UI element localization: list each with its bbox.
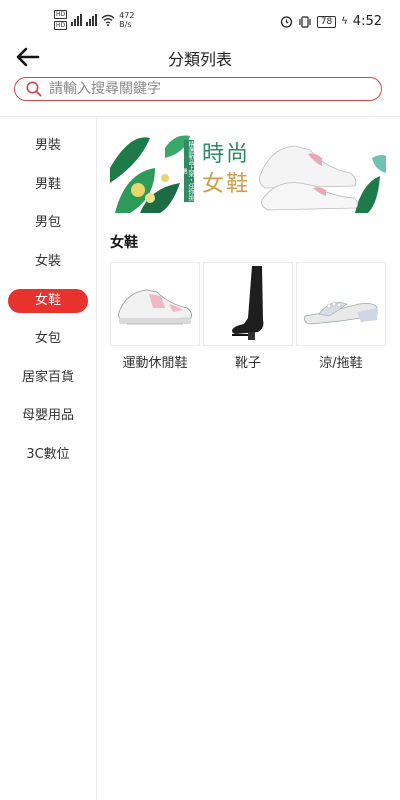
sidebar-item-mens-bags[interactable]: 男包 bbox=[8, 211, 88, 235]
alarm-icon bbox=[280, 16, 292, 28]
charging-icon: ϟ bbox=[341, 16, 348, 27]
sidebar-item-baby-products[interactable]: 母嬰用品 bbox=[8, 404, 88, 428]
product-name: 運動休閒鞋 bbox=[122, 356, 188, 371]
search-icon bbox=[26, 81, 42, 97]
search-input[interactable] bbox=[49, 81, 349, 97]
net-speed-value: 472 bbox=[119, 11, 135, 20]
hd-indicators: HD HD bbox=[54, 10, 68, 30]
sneaker-icon bbox=[118, 289, 192, 325]
sandal-icon bbox=[304, 301, 378, 325]
status-bar: HD HD 472 B/s 78 ϟ 4:52 bbox=[0, 0, 400, 40]
hd-badge-2: HD bbox=[54, 21, 68, 30]
net-speed-unit: B/s bbox=[119, 20, 132, 29]
banner-subtitle: 精選新品上架・任你挑選 bbox=[184, 141, 194, 201]
product-card-sandals[interactable]: 涼/拖鞋 bbox=[296, 262, 386, 371]
boot-icon bbox=[232, 266, 264, 340]
page-title: 分類列表 bbox=[167, 50, 232, 69]
status-left: HD HD 472 B/s bbox=[54, 10, 134, 30]
header: 分類列表 bbox=[0, 40, 400, 74]
product-image bbox=[296, 262, 386, 346]
product-card-sneakers[interactable]: 運動休閒鞋 bbox=[110, 262, 200, 371]
sidebar-item-womens-shoes[interactable]: 女鞋 bbox=[8, 289, 88, 313]
signal-icon bbox=[71, 14, 83, 26]
sidebar-item-home-goods[interactable]: 居家百貨 bbox=[8, 366, 88, 390]
clock: 4:52 bbox=[352, 14, 382, 29]
net-speed: 472 B/s bbox=[119, 11, 134, 29]
banner-title-line2: 女鞋 bbox=[202, 172, 251, 197]
vibrate-icon bbox=[299, 15, 311, 28]
signal-icon-2 bbox=[86, 14, 98, 26]
sidebar-item-mens-shoes[interactable]: 男鞋 bbox=[8, 173, 88, 197]
product-image bbox=[110, 262, 200, 346]
product-name: 涼/拖鞋 bbox=[319, 356, 363, 371]
sidebar-item-womens-bags[interactable]: 女包 bbox=[8, 327, 88, 351]
battery-icon: 78 bbox=[316, 15, 337, 28]
sidebar-item-womens-clothing[interactable]: 女裝 bbox=[8, 250, 88, 274]
product-image bbox=[203, 262, 293, 346]
hd-badge-1: HD bbox=[54, 10, 68, 19]
product-card-boots[interactable]: 靴子 bbox=[203, 262, 293, 371]
wifi-icon bbox=[101, 14, 115, 26]
section-title: 女鞋 bbox=[110, 235, 138, 251]
status-right: 78 ϟ 4:52 bbox=[280, 14, 382, 29]
sidebar-item-mens-clothing[interactable]: 男裝 bbox=[8, 134, 88, 158]
banner-title-line1: 時尚 bbox=[202, 142, 251, 167]
promo-banner[interactable]: 精選新品上架・任你挑選 時尚 女鞋 bbox=[110, 128, 386, 213]
category-sidebar: 男裝 男鞋 男包 女裝 女鞋 女包 居家百貨 母嬰用品 3C數位 bbox=[0, 117, 97, 800]
category-list-page: HD HD 472 B/s 78 ϟ 4:52 分類列表 請輸入搜尋關鍵字 男裝… bbox=[0, 0, 400, 800]
product-name: 靴子 bbox=[234, 356, 261, 371]
search-bar[interactable] bbox=[14, 77, 382, 101]
sidebar-item-3c-digital[interactable]: 3C數位 bbox=[8, 443, 88, 467]
